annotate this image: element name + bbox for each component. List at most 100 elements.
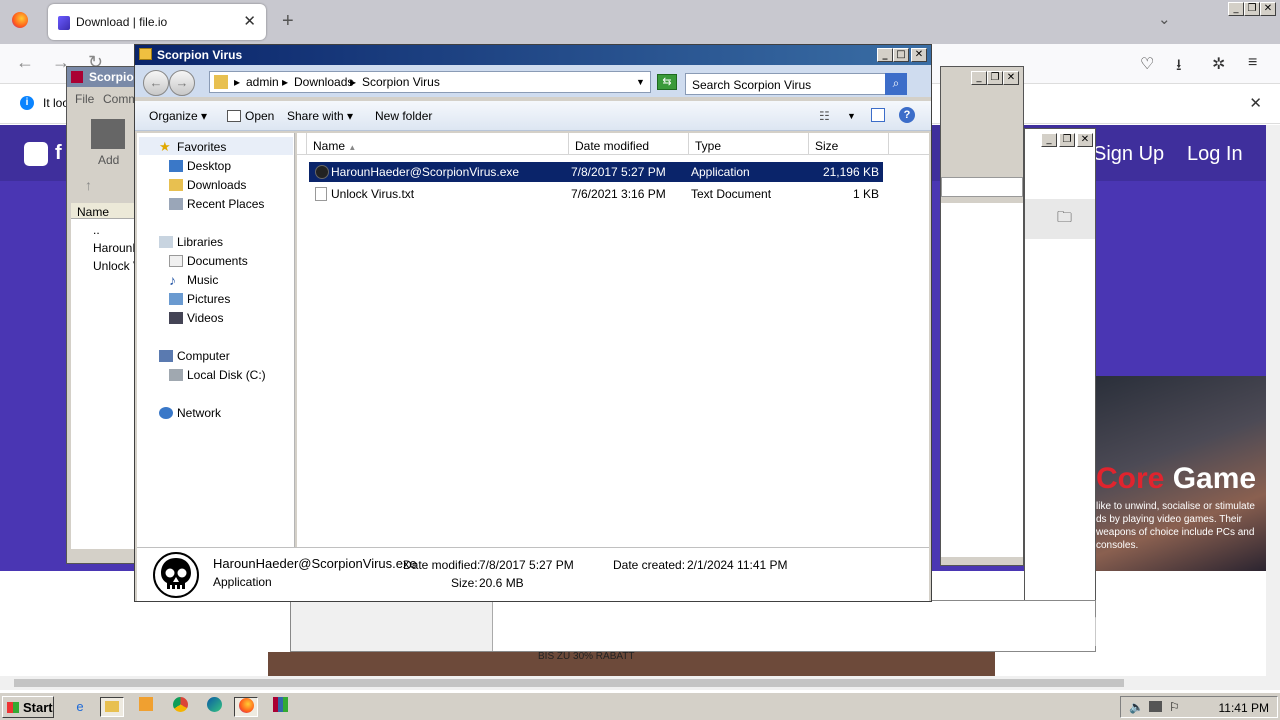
nav-favorites[interactable]: Favorites bbox=[177, 140, 226, 154]
nav-pictures[interactable]: Pictures bbox=[187, 292, 230, 306]
winrar-taskbar-icon[interactable] bbox=[268, 697, 292, 717]
browser-tab[interactable]: Download | file.io ✕ bbox=[48, 4, 266, 40]
documents-icon bbox=[169, 255, 183, 267]
media-player-icon[interactable] bbox=[134, 697, 158, 717]
firefox-taskbar-icon[interactable] bbox=[234, 697, 258, 717]
chevron-right-icon[interactable]: ▸ bbox=[350, 75, 356, 89]
forward-button[interactable]: → bbox=[169, 70, 195, 96]
nav-libraries[interactable]: Libraries bbox=[177, 235, 223, 249]
nav-computer[interactable]: Computer bbox=[177, 349, 230, 363]
explorer-taskbar-icon[interactable] bbox=[100, 697, 124, 717]
restore-icon[interactable]: ❐ bbox=[1244, 2, 1260, 16]
column-name[interactable]: Name ▲ bbox=[307, 133, 569, 155]
minimize-icon[interactable]: _ bbox=[1228, 2, 1244, 16]
close-icon[interactable]: ✕ bbox=[911, 48, 927, 62]
breadcrumb-downloads[interactable]: Downloads bbox=[294, 75, 353, 89]
new-tab-icon[interactable]: + bbox=[282, 10, 294, 33]
nav-local-disk[interactable]: Local Disk (C:) bbox=[187, 368, 266, 382]
banner-text: BIS ZU 30% RABATT bbox=[538, 651, 635, 662]
log-in-link[interactable]: Log In bbox=[1187, 143, 1243, 166]
folder-icon[interactable]: 🗀 bbox=[1057, 207, 1072, 232]
breadcrumb-admin[interactable]: admin bbox=[246, 75, 279, 89]
file-date: 7/8/2017 5:27 PM bbox=[571, 165, 666, 179]
close-tab-icon[interactable]: ✕ bbox=[243, 12, 256, 30]
file-name: Unlock Virus.txt bbox=[331, 187, 415, 201]
column-size[interactable]: Size bbox=[809, 133, 889, 155]
nav-network[interactable]: Network bbox=[177, 406, 221, 420]
promo-heading: Core Game bbox=[1096, 462, 1257, 495]
file-row[interactable]: HarounHaeder@ScorpionVirus.exe 7/8/2017 … bbox=[309, 162, 883, 182]
page-horizontal-scrollbar[interactable] bbox=[0, 676, 1280, 690]
downloads-icon[interactable]: ⭳ bbox=[1176, 54, 1182, 81]
firefox-icon[interactable] bbox=[12, 12, 28, 28]
file-date: 7/6/2021 3:16 PM bbox=[571, 187, 666, 201]
list-tabs-icon[interactable]: ⌄ bbox=[1158, 10, 1171, 28]
network-tray-icon[interactable] bbox=[1149, 701, 1162, 712]
pocket-icon[interactable]: ♡ bbox=[1140, 54, 1154, 74]
site-logo-text[interactable]: f bbox=[55, 142, 62, 165]
explorer-title-bar[interactable]: Scorpion Virus _ □ ✕ bbox=[135, 45, 931, 65]
search-input[interactable]: Search Scorpion Virus ⌕ bbox=[685, 73, 907, 95]
clock[interactable]: 11:41 PM bbox=[1219, 701, 1269, 715]
chevron-down-icon[interactable]: ▼ bbox=[847, 111, 856, 121]
column-date-modified[interactable]: Date modified bbox=[569, 133, 689, 155]
winrar-item[interactable]: .. bbox=[93, 223, 100, 237]
new-folder-button[interactable]: New folder bbox=[375, 109, 432, 123]
add-archive-icon[interactable] bbox=[91, 119, 125, 149]
volume-icon[interactable]: 🔈 bbox=[1129, 700, 1144, 714]
close-icon[interactable]: ✕ bbox=[1260, 2, 1276, 16]
details-file-name: HarounHaeder@ScorpionVirus.exe bbox=[213, 556, 417, 571]
file-type: Application bbox=[691, 165, 750, 179]
details-size: 20.6 MB bbox=[479, 576, 524, 590]
edge-icon[interactable] bbox=[202, 697, 226, 717]
sign-up-link[interactable]: Sign Up bbox=[1093, 143, 1164, 166]
start-button[interactable]: Start bbox=[2, 696, 54, 718]
menu-icon[interactable]: ≡ bbox=[1248, 54, 1257, 72]
navigation-pane: ★ Favorites Desktop Downloads Recent Pla… bbox=[137, 133, 295, 547]
extensions-icon[interactable]: ✲ bbox=[1212, 54, 1225, 74]
up-folder-icon[interactable]: ↑ bbox=[85, 177, 92, 193]
nav-desktop[interactable]: Desktop bbox=[187, 159, 231, 173]
nav-documents[interactable]: Documents bbox=[187, 254, 248, 268]
preview-pane-icon[interactable] bbox=[871, 108, 885, 122]
nav-recent-places[interactable]: Recent Places bbox=[187, 197, 264, 211]
page-vertical-scrollbar[interactable] bbox=[1266, 125, 1280, 676]
nav-music[interactable]: Music bbox=[187, 273, 218, 287]
background-window[interactable]: _ ❐ ✕ 🗀 bbox=[1024, 128, 1096, 650]
open-button[interactable]: Open bbox=[245, 109, 274, 123]
winrar-menu-file[interactable]: File bbox=[75, 92, 94, 106]
search-placeholder: Search Scorpion Virus bbox=[692, 78, 812, 92]
nav-videos[interactable]: Videos bbox=[187, 311, 223, 325]
search-icon[interactable]: ⌕ bbox=[885, 73, 907, 95]
address-bar[interactable]: ▸ admin ▸ Downloads ▸ Scorpion Virus ▼ bbox=[209, 71, 651, 93]
file-row[interactable]: Unlock Virus.txt 7/6/2021 3:16 PM Text D… bbox=[309, 184, 883, 204]
chevron-right-icon[interactable]: ▸ bbox=[234, 75, 240, 89]
ie-icon[interactable]: e bbox=[68, 697, 92, 717]
organize-button[interactable]: Organize ▾ bbox=[149, 109, 207, 123]
winrar-col-name[interactable]: Name bbox=[77, 205, 109, 219]
minimize-icon[interactable]: _ bbox=[877, 48, 893, 62]
nav-downloads[interactable]: Downloads bbox=[187, 178, 246, 192]
breadcrumb-scorpion-virus[interactable]: Scorpion Virus bbox=[362, 75, 440, 89]
action-center-flag-icon[interactable]: ⚐ bbox=[1169, 700, 1180, 714]
videos-icon bbox=[169, 312, 183, 324]
share-with-button[interactable]: Share with ▾ bbox=[287, 109, 353, 123]
chevron-down-icon[interactable]: ▼ bbox=[636, 77, 645, 87]
explorer-window[interactable]: Scorpion Virus _ □ ✕ ← → ▸ admin ▸ Downl… bbox=[134, 44, 932, 602]
back-icon[interactable]: ← bbox=[16, 52, 34, 73]
back-button[interactable]: ← bbox=[143, 70, 169, 96]
close-notification-icon[interactable]: ✕ bbox=[1249, 94, 1262, 112]
site-logo-icon[interactable] bbox=[24, 142, 48, 166]
taskbar: Start e 🔈 ⚐ 11:41 PM bbox=[0, 692, 1280, 720]
refresh-icon[interactable]: ⇆ bbox=[657, 74, 677, 90]
column-type[interactable]: Type bbox=[689, 133, 809, 155]
open-icon bbox=[227, 110, 241, 122]
folder-icon bbox=[214, 75, 228, 89]
view-options-icon[interactable]: ☷ bbox=[819, 109, 830, 123]
background-window[interactable]: _ ❐ ✕ bbox=[940, 66, 1024, 566]
maximize-icon[interactable]: □ bbox=[893, 48, 909, 62]
help-icon[interactable]: ? bbox=[899, 107, 915, 123]
chrome-icon[interactable] bbox=[168, 697, 192, 717]
file-size: 21,196 KB bbox=[822, 165, 879, 179]
chevron-right-icon[interactable]: ▸ bbox=[282, 75, 288, 89]
